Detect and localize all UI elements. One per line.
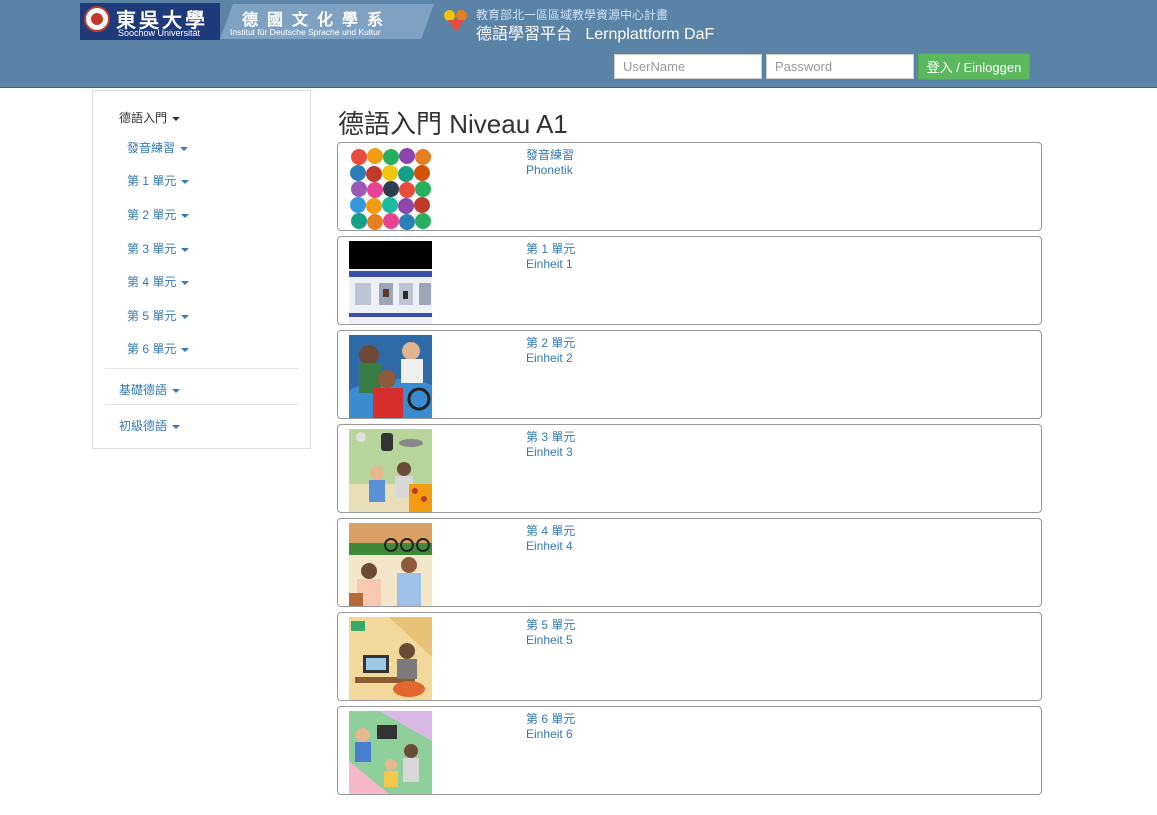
password-input[interactable] (766, 54, 914, 79)
lesson-title-de[interactable]: Einheit 4 (526, 539, 573, 553)
sidebar-item-label: 第 2 單元 (127, 208, 177, 222)
sidebar-item-label: 基礎德語 (119, 383, 168, 397)
sidebar-item-elementary[interactable]: 初級德語 (119, 417, 181, 434)
sidebar-item-unit-3[interactable]: 第 3 單元 (127, 240, 190, 257)
sidebar-item-intro[interactable]: 德語入門 (119, 109, 181, 126)
lesson-title-cn[interactable]: 第 3 單元 (526, 428, 575, 445)
sidebar-item-label: 初級德語 (119, 419, 168, 433)
street-phone-illustration[interactable] (349, 523, 432, 606)
department-name-de: Institut für Deutsche Sprache und Kultur (230, 27, 381, 37)
page-title: 德語入門 Niveau A1 (338, 109, 568, 139)
header-bar: 東吳大學 Soochow Universität 德國文化學系 Institut… (0, 0, 1157, 88)
university-logo[interactable]: 東吳大學 Soochow Universität (80, 3, 220, 40)
sidebar-divider (105, 404, 298, 405)
family-room-illustration[interactable] (349, 711, 432, 794)
sidebar-item-basic[interactable]: 基礎德語 (119, 381, 181, 398)
caret-down-icon (172, 388, 181, 393)
caret-down-icon (181, 179, 190, 184)
lesson-title-cn[interactable]: 第 4 單元 (526, 522, 575, 539)
caret-down-icon (181, 213, 190, 218)
lesson-title-de[interactable]: Phonetik (526, 163, 573, 177)
lesson-title-cn[interactable]: 第 6 單元 (526, 710, 575, 727)
sidebar-divider (105, 368, 298, 369)
sidebar-item-label: 德語入門 (119, 111, 168, 125)
platform-logo-icon (444, 10, 468, 34)
lesson-title-cn[interactable]: 第 5 單元 (526, 616, 575, 633)
lesson-title-cn[interactable]: 第 2 單元 (526, 334, 575, 351)
sidebar-item-label: 第 1 單元 (127, 174, 177, 188)
lesson-card-unit-4[interactable]: 第 4 單元 Einheit 4 (337, 518, 1042, 607)
lesson-card-phonetik[interactable]: 發音練習 Phonetik (337, 142, 1042, 231)
sidebar-item-unit-2[interactable]: 第 2 單元 (127, 206, 190, 223)
sidebar-item-unit-1[interactable]: 第 1 單元 (127, 172, 190, 189)
lesson-title-de[interactable]: Einheit 1 (526, 257, 573, 271)
login-button[interactable]: 登入 / Einloggen (918, 53, 1030, 80)
shopping-illustration[interactable] (349, 429, 432, 512)
caret-down-icon (172, 424, 181, 429)
lesson-title-de[interactable]: Einheit 3 (526, 445, 573, 459)
platform-title: 德語學習平台 Lernplattform DaF (476, 26, 715, 43)
caret-down-icon (180, 146, 189, 151)
sidebar-item-label: 第 5 單元 (127, 309, 177, 323)
caret-down-icon (172, 116, 181, 121)
caret-down-icon (181, 247, 190, 252)
sidebar-item-label: 發音練習 (127, 141, 176, 155)
sidebar-item-unit-5[interactable]: 第 5 單元 (127, 307, 190, 324)
lesson-card-unit-3[interactable]: 第 3 單元 Einheit 3 (337, 424, 1042, 513)
caret-down-icon (181, 347, 190, 352)
lesson-title-de[interactable]: Einheit 2 (526, 351, 573, 365)
computer-room-illustration[interactable] (349, 617, 432, 700)
lesson-title-cn[interactable]: 第 1 單元 (526, 240, 575, 257)
sidebar-item-phonetik[interactable]: 發音練習 (127, 139, 189, 156)
university-name-en: Soochow Universität (118, 28, 201, 38)
lesson-title-de[interactable]: Einheit 5 (526, 633, 573, 647)
lesson-card-unit-6[interactable]: 第 6 單元 Einheit 6 (337, 706, 1042, 795)
lesson-card-unit-1[interactable]: 第 1 單元 Einheit 1 (337, 236, 1042, 325)
cyclists-illustration[interactable] (349, 335, 432, 418)
username-input[interactable] (614, 54, 762, 79)
university-seal-icon (84, 6, 110, 32)
department-banner[interactable]: 德國文化學系 Institut für Deutsche Sprache und… (220, 4, 434, 39)
sidebar-item-label: 第 3 單元 (127, 242, 177, 256)
sidebar-item-unit-4[interactable]: 第 4 單元 (127, 273, 190, 290)
lesson-title-de[interactable]: Einheit 6 (526, 727, 573, 741)
sidebar-item-unit-6[interactable]: 第 6 單元 (127, 340, 190, 357)
lesson-card-unit-2[interactable]: 第 2 單元 Einheit 2 (337, 330, 1042, 419)
sidebar-item-label: 第 6 單元 (127, 342, 177, 356)
lesson-card-unit-5[interactable]: 第 5 單元 Einheit 5 (337, 612, 1042, 701)
caret-down-icon (181, 314, 190, 319)
alphabet-illustration[interactable] (349, 147, 432, 230)
lesson-title-cn[interactable]: 發音練習 (526, 146, 574, 163)
sidebar-nav: 德語入門 發音練習 第 1 單元 第 2 單元 第 3 單元 第 4 單元 第 … (92, 90, 311, 449)
train-illustration[interactable] (349, 241, 432, 324)
caret-down-icon (181, 280, 190, 285)
sidebar-item-label: 第 4 單元 (127, 275, 177, 289)
